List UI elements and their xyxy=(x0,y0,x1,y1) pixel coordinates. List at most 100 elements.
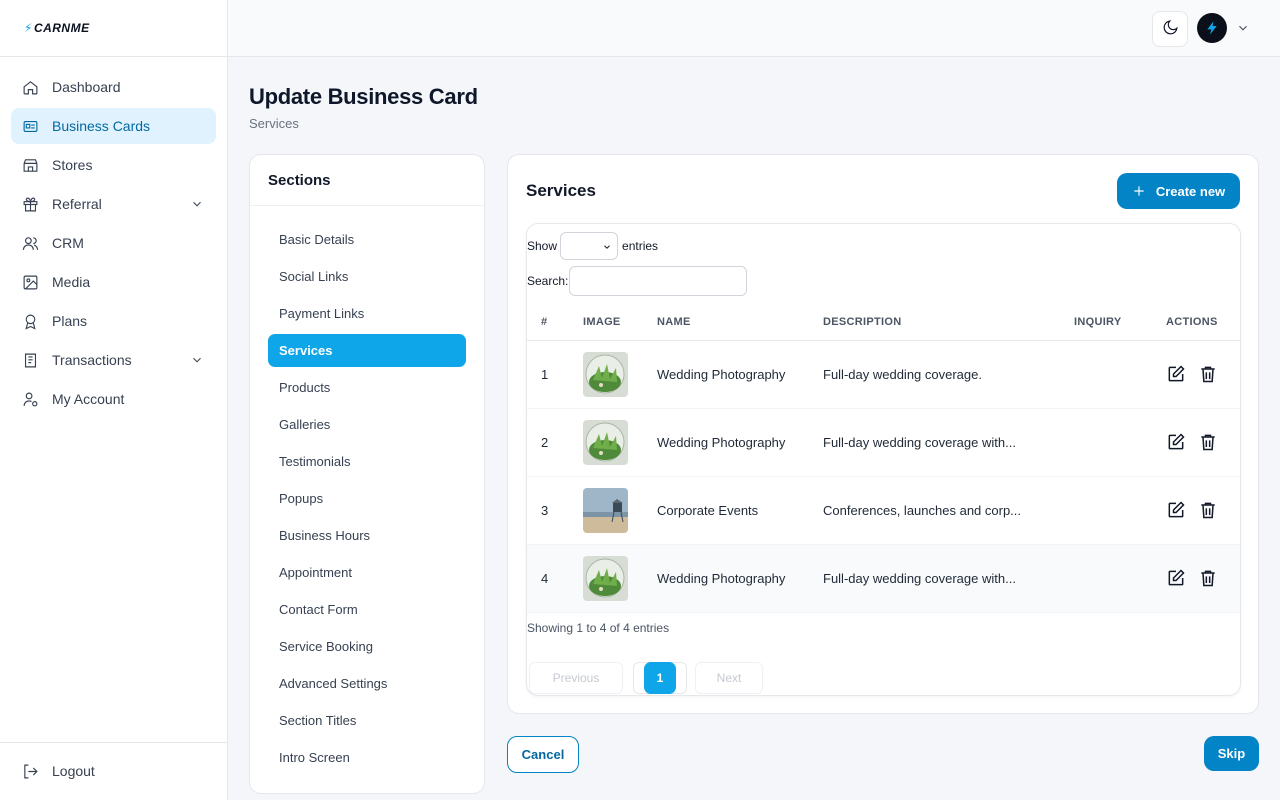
skip-button[interactable]: Skip xyxy=(1204,736,1259,771)
search-input[interactable] xyxy=(569,266,748,296)
section-item-services[interactable]: Services xyxy=(268,334,466,367)
search-control: Search: xyxy=(527,266,748,296)
table-row: 4 Wedding Photography Full-day wedding c… xyxy=(527,544,1240,613)
sidebar-item-label: Plans xyxy=(52,313,88,329)
edit-icon[interactable] xyxy=(1166,568,1186,588)
sidebar-item-stores[interactable]: Stores xyxy=(11,147,216,183)
sidebar-item-label: Media xyxy=(52,274,91,290)
row-actions xyxy=(1166,340,1240,409)
edit-icon[interactable] xyxy=(1166,364,1186,384)
brand-logo[interactable]: ⚡CARNME xyxy=(0,0,227,57)
section-item-popups[interactable]: Popups xyxy=(268,482,466,515)
logout-button[interactable]: Logout xyxy=(11,753,216,789)
row-image-cell xyxy=(583,408,657,477)
receipt-icon xyxy=(22,352,39,369)
section-item-payment-links[interactable]: Payment Links xyxy=(268,297,466,330)
sidebar-item-my-account[interactable]: My Account xyxy=(11,381,216,417)
sidebar-item-label: Stores xyxy=(52,157,93,173)
gift-icon xyxy=(22,196,39,213)
section-item-advanced-settings[interactable]: Advanced Settings xyxy=(268,667,466,700)
award-icon xyxy=(22,313,39,330)
row-number: 1 xyxy=(527,340,583,409)
row-image-cell xyxy=(583,476,657,545)
avatar[interactable] xyxy=(1197,13,1227,43)
column-header-number[interactable]: # xyxy=(527,304,583,341)
sidebar-item-business-cards[interactable]: Business Cards xyxy=(11,108,216,144)
sidebar-item-label: CRM xyxy=(52,235,84,251)
sidebar-item-plans[interactable]: Plans xyxy=(11,303,216,339)
row-actions xyxy=(1166,408,1240,477)
section-item-contact-form[interactable]: Contact Form xyxy=(268,593,466,626)
section-item-business-hours[interactable]: Business Hours xyxy=(268,519,466,552)
create-new-button[interactable]: Create new xyxy=(1117,173,1240,209)
trash-icon[interactable] xyxy=(1198,500,1218,520)
row-number: 2 xyxy=(527,408,583,477)
sidebar-item-media[interactable]: Media xyxy=(11,264,216,300)
logout-icon xyxy=(22,763,39,780)
trash-icon[interactable] xyxy=(1198,568,1218,588)
sidebar-item-label: Dashboard xyxy=(52,79,121,95)
previous-page-button[interactable]: Previous xyxy=(529,662,623,694)
row-name: Wedding Photography xyxy=(657,544,823,613)
sidebar-item-crm[interactable]: CRM xyxy=(11,225,216,261)
edit-icon[interactable] xyxy=(1166,432,1186,452)
plant-thumbnail xyxy=(583,351,628,397)
sidebar-item-label: My Account xyxy=(52,391,125,407)
sidebar: ⚡CARNME Dashboard Business Cards Stores … xyxy=(0,0,228,800)
sidebar-item-referral[interactable]: Referral xyxy=(11,186,216,222)
pagination: Previous 1 Next xyxy=(527,662,763,694)
plant-thumbnail xyxy=(583,419,628,465)
cancel-button[interactable]: Cancel xyxy=(507,736,579,773)
column-header-inquiry[interactable]: INQUIRY xyxy=(1074,304,1166,341)
section-item-appointment[interactable]: Appointment xyxy=(268,556,466,589)
next-page-button[interactable]: Next xyxy=(695,662,763,694)
table-row: 2 Wedding Photography Full-day wedding c… xyxy=(527,408,1240,477)
section-item-galleries[interactable]: Galleries xyxy=(268,408,466,441)
row-number: 4 xyxy=(527,544,583,613)
section-item-basic-details[interactable]: Basic Details xyxy=(268,223,466,256)
row-inquiry xyxy=(1074,340,1166,409)
bolt-avatar-icon xyxy=(1207,21,1217,35)
section-item-service-booking[interactable]: Service Booking xyxy=(268,630,466,663)
sidebar-item-transactions[interactable]: Transactions xyxy=(11,342,216,378)
column-header-description[interactable]: DESCRIPTION xyxy=(823,304,1074,341)
edit-icon[interactable] xyxy=(1166,500,1186,520)
row-description: Conferences, launches and corp... xyxy=(823,476,1074,545)
sidebar-nav: Dashboard Business Cards Stores Referral… xyxy=(0,57,227,417)
topbar xyxy=(228,0,1280,57)
row-number: 3 xyxy=(527,476,583,545)
table-row: 3 Corporate Events Conferences, launches… xyxy=(527,476,1240,545)
section-item-products[interactable]: Products xyxy=(268,371,466,404)
entries-select[interactable] xyxy=(560,232,619,260)
trash-icon[interactable] xyxy=(1198,432,1218,452)
breadcrumb: Services xyxy=(249,116,299,131)
table-header-row: # IMAGE NAME DESCRIPTION INQUIRY ACTIONS xyxy=(527,304,1240,341)
chevron-down-icon[interactable] xyxy=(1236,21,1250,35)
row-actions xyxy=(1166,476,1240,545)
sidebar-item-dashboard[interactable]: Dashboard xyxy=(11,69,216,105)
id-card-icon xyxy=(22,118,39,135)
column-header-name[interactable]: NAME xyxy=(657,304,823,341)
trash-icon[interactable] xyxy=(1198,364,1218,384)
section-item-section-titles[interactable]: Section Titles xyxy=(268,704,466,737)
home-icon xyxy=(22,79,39,96)
row-description: Full-day wedding coverage with... xyxy=(823,408,1074,477)
chevron-down-icon[interactable] xyxy=(190,197,204,211)
row-inquiry xyxy=(1074,476,1166,545)
section-item-intro-screen[interactable]: Intro Screen xyxy=(268,741,466,774)
page-number-button[interactable]: 1 xyxy=(644,662,676,694)
chevron-down-icon[interactable] xyxy=(190,353,204,367)
page-title: Update Business Card xyxy=(249,84,478,109)
sections-panel: Sections Basic Details Social Links Paym… xyxy=(249,154,485,794)
plant-thumbnail xyxy=(583,555,628,601)
column-header-image[interactable]: IMAGE xyxy=(583,304,657,341)
section-item-social-links[interactable]: Social Links xyxy=(268,260,466,293)
theme-toggle-button[interactable] xyxy=(1152,11,1188,47)
user-cog-icon xyxy=(22,391,39,408)
plus-icon xyxy=(1134,186,1144,196)
services-title: Services xyxy=(526,181,596,200)
section-item-testimonials[interactable]: Testimonials xyxy=(268,445,466,478)
row-actions xyxy=(1166,544,1240,613)
sections-list: Basic Details Social Links Payment Links… xyxy=(250,206,484,774)
row-image-cell xyxy=(583,340,657,409)
